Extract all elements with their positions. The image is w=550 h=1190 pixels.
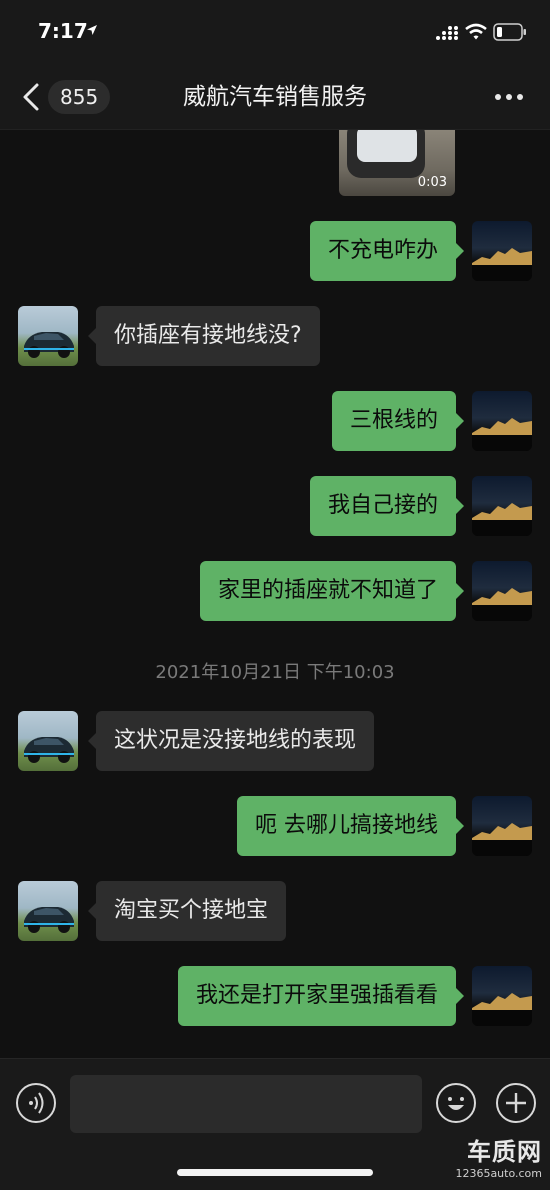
chat-title: 威航汽车销售服务 xyxy=(183,84,367,110)
ellipsis-icon[interactable] xyxy=(494,93,524,101)
message-bubble-incoming[interactable]: 这状况是没接地线的表现 xyxy=(87,711,375,771)
message-bubble-incoming[interactable]: 你插座有接地线没? xyxy=(88,306,320,366)
message-input-bar: 车质网 12365auto.com xyxy=(0,1058,550,1190)
message-bubble-outgoing[interactable]: 我自己接的 xyxy=(309,476,465,536)
chat-messages: 0:03 不充电咋办 你插座有接地线没? 三根线的 我自己接的 家里的插座就不知… xyxy=(0,130,550,1058)
watermark-url: 12365auto.com xyxy=(455,1167,542,1180)
avatar[interactable] xyxy=(472,476,532,536)
video-message[interactable]: 0:03 xyxy=(339,130,455,196)
emoji-button[interactable] xyxy=(436,1083,476,1123)
message-bubble-outgoing[interactable]: 家里的插座就不知道了 xyxy=(199,561,465,621)
mountain-avatar-image xyxy=(472,418,532,451)
mountain-avatar-image xyxy=(472,993,532,1026)
home-indicator xyxy=(177,1169,373,1176)
avatar[interactable] xyxy=(18,306,78,366)
car-avatar-image xyxy=(24,907,74,933)
car-avatar-image xyxy=(24,737,74,763)
voice-button[interactable] xyxy=(16,1083,56,1123)
message-input[interactable] xyxy=(70,1075,422,1133)
video-duration: 0:03 xyxy=(417,175,447,190)
wifi-icon xyxy=(465,23,487,40)
avatar[interactable] xyxy=(472,966,532,1026)
avatar[interactable] xyxy=(472,221,532,281)
video-thumbnail-screen xyxy=(357,130,417,162)
mountain-avatar-image xyxy=(472,588,532,621)
avatar[interactable] xyxy=(472,796,532,856)
message-bubble-outgoing[interactable]: 呃 去哪儿搞接地线 xyxy=(237,796,464,856)
chat-header: 855 威航汽车销售服务 xyxy=(0,62,550,130)
message-bubble-outgoing[interactable]: 不充电咋办 xyxy=(309,221,465,281)
mountain-avatar-image xyxy=(472,503,532,536)
mountain-avatar-image xyxy=(472,823,532,856)
unread-count-badge[interactable]: 855 xyxy=(48,80,111,114)
signal-icon xyxy=(436,26,458,40)
message-bubble-outgoing[interactable]: 我还是打开家里强插看看 xyxy=(177,966,465,1026)
plus-button[interactable] xyxy=(496,1083,536,1123)
avatar[interactable] xyxy=(18,711,78,771)
status-time: 7:17 xyxy=(38,19,88,43)
voice-icon xyxy=(29,1092,44,1114)
watermark: 车质网 12365auto.com xyxy=(448,1132,542,1180)
mountain-avatar-image xyxy=(472,248,532,281)
chat-timestamp: 2021年10月21日 下午10:03 xyxy=(155,662,395,683)
message-bubble-incoming[interactable]: 淘宝买个接地宝 xyxy=(87,881,287,941)
car-avatar-image xyxy=(24,332,74,358)
message-bubble-outgoing[interactable]: 三根线的 xyxy=(331,391,465,451)
avatar[interactable] xyxy=(18,881,78,941)
watermark-logo: 车质网 xyxy=(467,1138,542,1166)
battery-icon xyxy=(493,23,526,41)
status-bar: 7:17 xyxy=(0,0,550,62)
plus-icon xyxy=(506,1093,526,1113)
emoji-icon xyxy=(448,1097,464,1110)
avatar[interactable] xyxy=(472,391,532,451)
chevron-left-icon[interactable] xyxy=(20,82,42,112)
avatar[interactable] xyxy=(472,561,532,621)
location-arrow-icon xyxy=(87,25,97,35)
